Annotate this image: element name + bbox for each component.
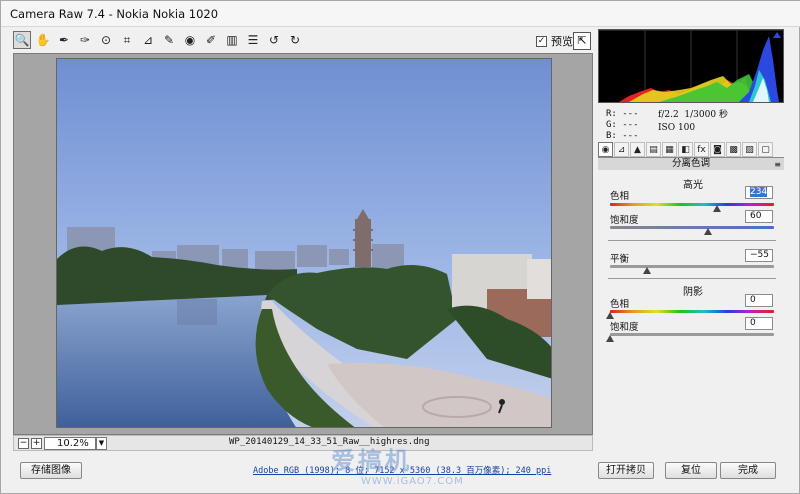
highlights-saturation-value[interactable]: 60	[745, 210, 773, 223]
highlights-saturation-thumb[interactable]	[704, 228, 713, 235]
camera-raw-window: Camera Raw 7.4 - Nokia Nokia 1020 🔍 ✋ ✒ ✑ ⊙ ⌗…	[0, 0, 800, 494]
highlights-saturation-slider[interactable]	[610, 226, 774, 235]
balance-label: 平衡	[610, 254, 630, 265]
panel-tab-8-icon[interactable]: ▩	[726, 142, 741, 157]
r-label: R:	[606, 109, 617, 119]
b-label: B:	[606, 131, 617, 141]
zoom-level-field[interactable]: 10.2%	[44, 437, 96, 450]
reset-button[interactable]: 复位	[665, 462, 717, 479]
watermark-text: 爱搞机	[331, 447, 412, 475]
preview-toggle[interactable]: ✓ 预览	[536, 33, 573, 49]
shadows-hue-label: 色相	[610, 299, 630, 310]
panel-tab-6-icon[interactable]: fx	[694, 142, 709, 157]
tool-bar: 🔍 ✋ ✒ ✑ ⊙ ⌗ ⊿ ✎ ◉ ✐ ▥ ☰ ↺ ↻	[13, 31, 304, 51]
panel-tab-1-icon[interactable]: ⊿	[614, 142, 629, 157]
panel-tabs: ◉ ⊿ ▲ ▤ ▦ ◧ fx ◙ ▩ ▨ ▢	[598, 142, 784, 158]
color-sampler-tool-icon[interactable]: ✑	[76, 31, 94, 49]
highlights-hue-thumb[interactable]	[712, 205, 721, 212]
highlights-hue-value-text: 234	[750, 187, 768, 197]
photo-preview	[56, 58, 552, 428]
panel-tab-0-icon[interactable]: ◉	[598, 142, 613, 157]
open-copy-button[interactable]: 打开拷贝	[598, 462, 654, 479]
adjustment-panel: R: --- G: --- B: --- f/2.2 1/3000 秒 ISO …	[596, 29, 788, 453]
camera-info: f/2.2 1/3000 秒 ISO 100	[658, 109, 728, 135]
save-image-button[interactable]: 存储图像	[20, 462, 82, 479]
shadows-saturation-value[interactable]: 0	[745, 317, 773, 330]
highlights-title: 高光	[683, 180, 703, 191]
adjustment-brush-tool-icon[interactable]: ✐	[202, 31, 220, 49]
targeted-adjustment-tool-icon[interactable]: ⊙	[97, 31, 115, 49]
white-balance-tool-icon[interactable]: ✒	[55, 31, 73, 49]
g-label: G:	[606, 120, 617, 130]
title-bar: Camera Raw 7.4 - Nokia Nokia 1020	[1, 1, 800, 27]
fullscreen-toggle-icon[interactable]: ⇱	[573, 32, 591, 50]
divider	[608, 240, 776, 241]
rotate-right-tool-icon[interactable]: ↻	[286, 31, 304, 49]
shadows-saturation-thumb[interactable]	[606, 335, 614, 342]
shadows-hue-thumb[interactable]	[606, 312, 614, 319]
panel-tab-4-icon[interactable]: ▦	[662, 142, 677, 157]
red-eye-tool-icon[interactable]: ◉	[181, 31, 199, 49]
rotate-left-tool-icon[interactable]: ↺	[265, 31, 283, 49]
zoom-out-button[interactable]: −	[18, 438, 29, 449]
section-title: 分离色调	[671, 158, 710, 169]
panel-tab-9-icon[interactable]: ▨	[742, 142, 757, 157]
b-value: ---	[622, 131, 639, 141]
window-title: Camera Raw 7.4 - Nokia Nokia 1020	[10, 7, 219, 21]
watermark-url: WWW.iGAO7.COM	[361, 476, 464, 487]
landscape-photo	[57, 59, 551, 427]
iso: ISO 100	[658, 123, 696, 133]
panel-tab-3-icon[interactable]: ▤	[646, 142, 661, 157]
panel-menu-icon[interactable]: ≡	[774, 159, 781, 171]
zoom-dropdown-icon[interactable]: ▼	[96, 437, 107, 450]
preferences-tool-icon[interactable]: ☰	[244, 31, 262, 49]
aperture: f/2.2	[658, 110, 679, 120]
status-bar: − + 10.2% ▼ WP_20140129_14_33_51_Raw__hi…	[13, 435, 593, 451]
straighten-tool-icon[interactable]: ⊿	[139, 31, 157, 49]
highlights-saturation-label: 饱和度	[610, 215, 639, 226]
balance-value[interactable]: −55	[745, 249, 773, 262]
zoom-tool-icon[interactable]: 🔍	[13, 31, 31, 49]
shadows-hue-slider[interactable]	[606, 310, 774, 319]
preview-checkbox[interactable]: ✓	[536, 35, 547, 47]
panel-tab-2-icon[interactable]: ▲	[630, 142, 645, 157]
highlights-hue-value[interactable]: 234	[745, 186, 773, 199]
balance-thumb[interactable]	[642, 267, 651, 274]
crop-tool-icon[interactable]: ⌗	[118, 31, 136, 49]
r-value: ---	[622, 109, 639, 119]
preview-canvas[interactable]	[13, 53, 593, 435]
panel-tab-7-icon[interactable]: ◙	[710, 142, 725, 157]
histogram-graph	[599, 29, 783, 102]
panel-tab-5-icon[interactable]: ◧	[678, 142, 693, 157]
highlights-hue-slider[interactable]	[610, 203, 774, 212]
preview-label: 预览	[551, 35, 573, 48]
watermark: 爱搞机 WWW.iGAO7.COM	[331, 441, 471, 491]
hand-tool-icon[interactable]: ✋	[34, 31, 52, 49]
balance-slider[interactable]	[610, 265, 774, 274]
split-toning-header: 分离色调 ≡	[598, 158, 784, 170]
zoom-in-button[interactable]: +	[31, 438, 42, 449]
shadows-saturation-slider[interactable]	[606, 333, 774, 342]
graduated-filter-tool-icon[interactable]: ▥	[223, 31, 241, 49]
shutter-speed: 1/3000 秒	[684, 110, 728, 120]
shadows-saturation-label: 饱和度	[610, 322, 639, 333]
g-value: ---	[622, 120, 639, 130]
panel-tab-10-icon[interactable]: ▢	[758, 142, 773, 157]
highlights-hue-label: 色相	[610, 191, 630, 202]
divider	[608, 278, 776, 279]
histogram	[598, 29, 784, 103]
spot-removal-tool-icon[interactable]: ✎	[160, 31, 178, 49]
rgb-readout: R: --- G: --- B: ---	[606, 109, 639, 142]
shadows-title: 阴影	[683, 287, 703, 298]
done-button[interactable]: 完成	[720, 462, 776, 479]
shadows-hue-value[interactable]: 0	[745, 294, 773, 307]
